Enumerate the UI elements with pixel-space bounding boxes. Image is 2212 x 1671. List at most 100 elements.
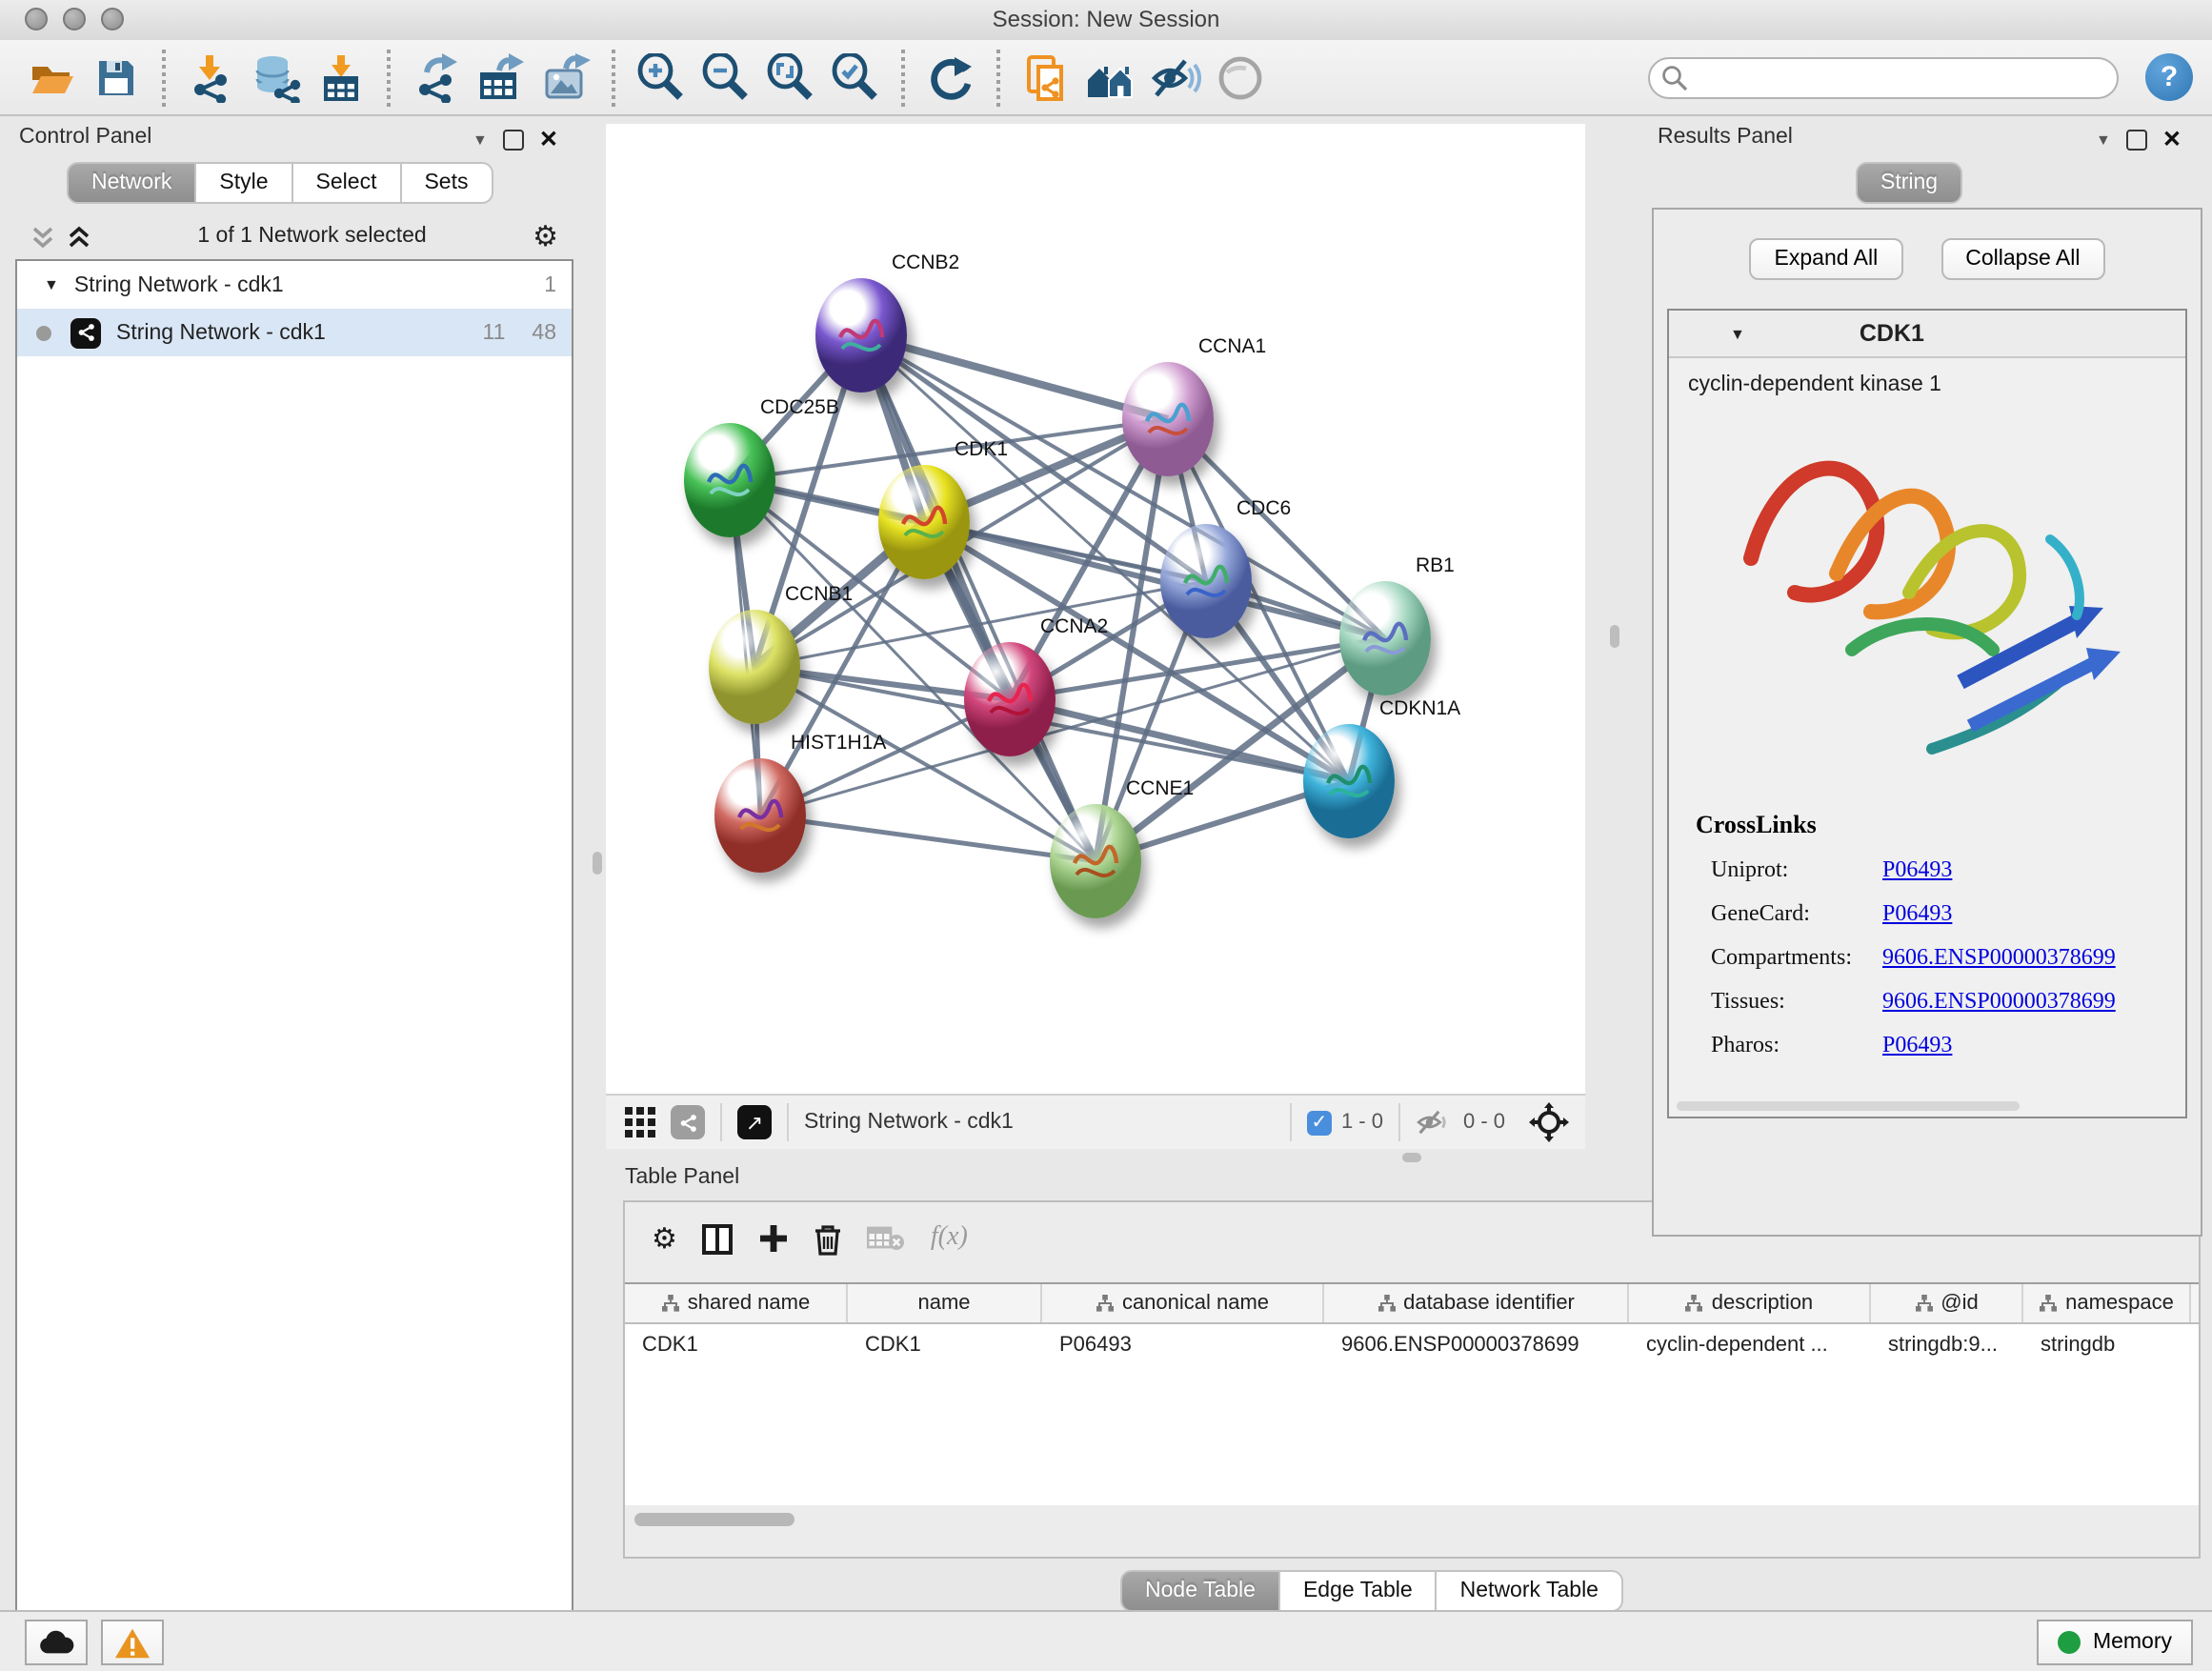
- tab-style[interactable]: Style: [196, 162, 292, 204]
- network-node-cdc6[interactable]: [1160, 524, 1252, 638]
- crosslink-compartments[interactable]: 9606.ENSP00000378699: [1882, 943, 2116, 972]
- column-type-icon: [1377, 1294, 1396, 1313]
- zoom-selected-button[interactable]: [823, 45, 888, 110]
- tab-string[interactable]: String: [1856, 162, 1962, 204]
- network-overview-icon[interactable]: [671, 1105, 705, 1139]
- create-column-plus-icon[interactable]: [759, 1223, 790, 1254]
- table-cell[interactable]: CDK1: [848, 1324, 1042, 1364]
- help-button[interactable]: ?: [2145, 53, 2193, 101]
- network-row[interactable]: String Network - cdk1 11 48: [17, 309, 572, 356]
- show-all-button[interactable]: [1208, 45, 1273, 110]
- column-header-shared-name[interactable]: shared name: [625, 1284, 848, 1322]
- expand-all-button[interactable]: Expand All: [1750, 238, 1903, 280]
- tab-edge-table[interactable]: Edge Table: [1280, 1570, 1438, 1612]
- first-neighbors-button[interactable]: [1078, 45, 1143, 110]
- search-input[interactable]: [1648, 56, 2119, 98]
- panel-close-icon[interactable]: ✕: [2162, 131, 2182, 149]
- expand-all-networks-icon[interactable]: [67, 224, 91, 249]
- left-splitter-handle[interactable]: [593, 852, 602, 875]
- gene-section-header[interactable]: ▼ CDK1: [1669, 311, 2185, 358]
- network-collection-row[interactable]: ▼ String Network - cdk1 1: [17, 261, 572, 309]
- panel-close-icon[interactable]: ✕: [539, 131, 558, 149]
- table-cell[interactable]: CDK1: [625, 1324, 848, 1364]
- panel-float-icon[interactable]: [503, 130, 524, 151]
- gene-disclosure-icon[interactable]: ▼: [1730, 325, 1745, 342]
- right-splitter-handle[interactable]: [1610, 625, 1619, 648]
- clone-network-button[interactable]: [1014, 45, 1078, 110]
- network-node-rb1[interactable]: [1339, 581, 1431, 695]
- detach-view-icon[interactable]: ↗: [737, 1105, 772, 1139]
- table-panel-splitter-handle[interactable]: [1402, 1153, 1421, 1162]
- tab-network-table[interactable]: Network Table: [1438, 1570, 1623, 1612]
- selected-checkbox-icon[interactable]: ✓: [1307, 1110, 1332, 1135]
- export-table-button[interactable]: [469, 45, 533, 110]
- panel-float-icon[interactable]: [2126, 130, 2147, 151]
- zoom-out-icon: [701, 52, 751, 102]
- panel-menu-icon[interactable]: ▼: [2096, 131, 2111, 149]
- zoom-out-button[interactable]: [694, 45, 758, 110]
- collapse-all-button[interactable]: Collapse All: [1941, 238, 2104, 280]
- import-table-file-button[interactable]: [309, 45, 373, 110]
- refresh-view-button[interactable]: [918, 45, 983, 110]
- column-header-database-identifier[interactable]: database identifier: [1324, 1284, 1629, 1322]
- network-node-ccne1[interactable]: [1050, 804, 1141, 918]
- scrollbar-thumb[interactable]: [634, 1513, 794, 1526]
- network-edge[interactable]: [861, 335, 1096, 861]
- network-options-gear-icon[interactable]: ⚙: [533, 219, 558, 253]
- export-network-button[interactable]: [404, 45, 469, 110]
- import-network-database-button[interactable]: [244, 45, 309, 110]
- collection-disclosure-icon[interactable]: ▼: [44, 276, 59, 293]
- results-scrollbar-thumb[interactable]: [1677, 1101, 2020, 1111]
- tab-network[interactable]: Network: [67, 162, 196, 204]
- network-node-hist1h1a[interactable]: [714, 758, 806, 873]
- table-cell[interactable]: P06493: [1042, 1324, 1324, 1364]
- network-node-cdc25b[interactable]: [684, 423, 775, 537]
- birds-eye-view-icon[interactable]: [625, 1107, 655, 1137]
- show-columns-icon[interactable]: [702, 1222, 734, 1255]
- protein-structure-thumbnail: [981, 671, 1038, 728]
- crosslink-pharos[interactable]: P06493: [1882, 1031, 1952, 1059]
- collapse-all-networks-icon[interactable]: [30, 224, 55, 249]
- network-node-cdkn1a[interactable]: [1303, 724, 1395, 838]
- network-node-cdk1[interactable]: [878, 465, 970, 579]
- protein-structure-thumbnail: [732, 787, 789, 844]
- import-network-file-button[interactable]: [179, 45, 244, 110]
- network-node-ccna1[interactable]: [1122, 362, 1214, 476]
- network-node-ccnb1[interactable]: [709, 610, 800, 724]
- table-options-gear-icon[interactable]: ⚙: [652, 1221, 677, 1256]
- warnings-button[interactable]: [101, 1620, 164, 1665]
- zoom-in-icon: [636, 52, 686, 102]
- network-node-count: 11: [483, 321, 506, 344]
- protein-structure-thumbnail: [833, 307, 890, 364]
- protein-structure-image: [1703, 425, 2151, 777]
- hide-selected-button[interactable]: [1143, 45, 1208, 110]
- network-edge-count: 48: [532, 321, 556, 344]
- save-session-button[interactable]: [84, 45, 149, 110]
- tab-node-table[interactable]: Node Table: [1120, 1570, 1280, 1612]
- eye-slash-icon: [1149, 52, 1202, 102]
- network-node-ccna2[interactable]: [964, 642, 1056, 756]
- panel-menu-icon[interactable]: ▼: [473, 131, 488, 149]
- node-label-cdkn1a: CDKN1A: [1379, 697, 1460, 720]
- column-header-name[interactable]: name: [848, 1284, 1042, 1322]
- crosslink-uniprot[interactable]: P06493: [1882, 856, 1952, 884]
- cloud-status-button[interactable]: [25, 1620, 88, 1665]
- network-edge[interactable]: [760, 815, 1096, 861]
- column-header-canonical-name[interactable]: canonical name: [1042, 1284, 1324, 1322]
- export-image-button[interactable]: [533, 45, 598, 110]
- tab-select[interactable]: Select: [293, 162, 402, 204]
- network-node-ccnb2[interactable]: [815, 278, 907, 393]
- crosslink-row: Pharos:P06493: [1696, 1031, 2116, 1059]
- control-panel: Control Panel ▼ ✕ NetworkStyleSelectSets…: [0, 116, 589, 1610]
- tab-sets[interactable]: Sets: [401, 162, 493, 204]
- fit-selected-crosshair-icon[interactable]: [1528, 1101, 1570, 1143]
- memory-button[interactable]: Memory: [2038, 1620, 2193, 1665]
- crosslink-tissues[interactable]: 9606.ENSP00000378699: [1882, 987, 2116, 1016]
- network-view-canvas[interactable]: CCNB2CCNA1CDC25BCDK1CDC6RB1CCNB1CCNA2CDK…: [606, 124, 1585, 1094]
- table-cell[interactable]: 9606.ENSP00000378699: [1324, 1324, 1629, 1364]
- crosslink-genecard[interactable]: P06493: [1882, 899, 1952, 928]
- open-session-button[interactable]: [19, 45, 84, 110]
- delete-column-trash-icon[interactable]: [814, 1222, 843, 1255]
- zoom-fit-button[interactable]: [758, 45, 823, 110]
- zoom-in-button[interactable]: [629, 45, 694, 110]
